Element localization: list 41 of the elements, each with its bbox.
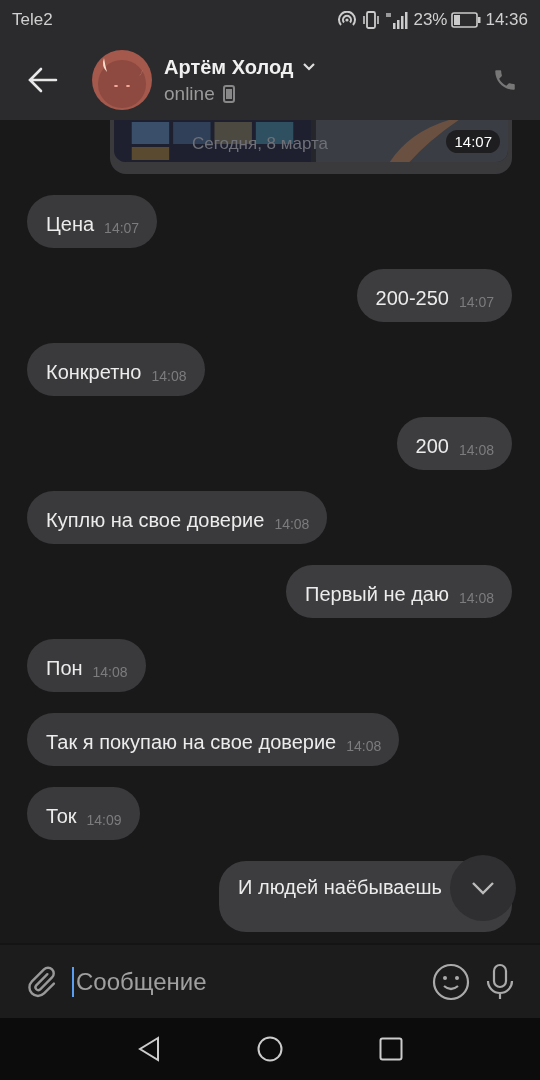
phone-call-icon[interactable] (492, 67, 518, 93)
contact-name[interactable]: Артём Холод (164, 55, 294, 79)
back-arrow-icon[interactable] (28, 67, 58, 93)
message-time: 14:07 (104, 219, 140, 237)
emoji-icon[interactable] (432, 962, 470, 1001)
message-text: 200-250 (375, 286, 449, 311)
message-text: Первый не даю (305, 582, 449, 607)
message-text: Цена (46, 212, 95, 237)
message-text: Куплю на свое доверие (46, 508, 265, 533)
message-text: И людей наёбываешь (238, 875, 442, 900)
home-nav-icon[interactable] (257, 1036, 283, 1062)
battery-percent: 23% (413, 10, 448, 30)
battery-icon (451, 12, 482, 28)
message-time: 14:08 (458, 441, 494, 459)
recents-nav-icon[interactable] (379, 1037, 403, 1061)
message-time: 14:08 (458, 589, 494, 607)
online-status: online (164, 82, 215, 105)
clock: 14:36 (485, 10, 528, 30)
microphone-icon[interactable] (484, 962, 516, 1001)
message-input[interactable]: Сообщение (72, 966, 418, 997)
message-text: Ток (46, 804, 77, 829)
message-time: 14:07 (458, 293, 494, 311)
message-text: Пон (46, 656, 83, 681)
message-time: 14:08 (151, 367, 187, 385)
date-label: Сегодня, 8 марта (192, 134, 329, 154)
message-time: 14:08 (346, 737, 382, 755)
carrier-name: Tele2 (12, 10, 53, 30)
chevron-down-icon[interactable] (301, 62, 316, 72)
vibrate-icon (361, 10, 382, 30)
message-text: Конкретно (46, 360, 142, 385)
message-time: 14:08 (92, 663, 128, 681)
message-time: 14:09 (86, 811, 122, 829)
back-nav-icon[interactable] (137, 1036, 161, 1062)
message-text: Так я покупаю на свое доверие (46, 730, 337, 755)
message-time: 14:08 (274, 515, 310, 533)
phone-device-icon (222, 84, 235, 103)
photo-message[interactable]: Сегодня, 8 марта 14:07 (110, 120, 512, 174)
message-text: 200 (415, 434, 449, 459)
signal-icon (385, 10, 410, 30)
message-time: 14:07 (446, 130, 500, 153)
chevron-down-icon (470, 880, 496, 896)
